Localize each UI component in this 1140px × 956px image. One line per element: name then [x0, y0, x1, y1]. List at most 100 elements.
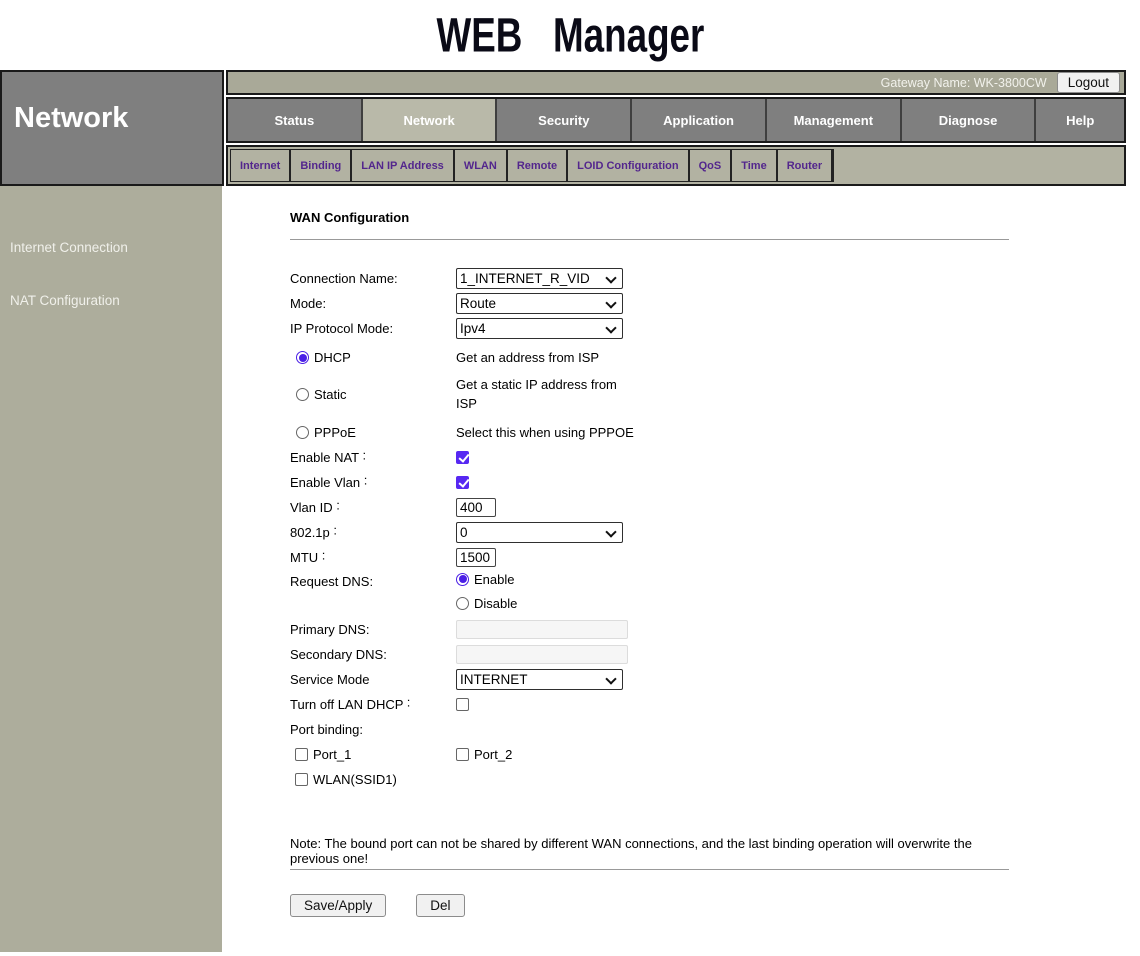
primary-dns-input[interactable]: [456, 620, 628, 639]
port1-checkbox[interactable]: [295, 748, 308, 761]
service-mode-select[interactable]: INTERNET: [456, 669, 623, 690]
dhcp-label[interactable]: DHCP: [314, 350, 351, 365]
mode-select-wrap: Route: [456, 293, 623, 314]
request-dns-disable-label[interactable]: Disable: [474, 596, 517, 611]
tab-status[interactable]: Status: [228, 99, 363, 141]
mtu-input[interactable]: [456, 548, 496, 567]
sidebar-item-nat-configuration[interactable]: NAT Configuration: [0, 287, 222, 314]
pppoe-option: PPPoE: [290, 425, 456, 440]
dhcp-desc: Get an address from ISP: [456, 350, 599, 365]
subtab-qos[interactable]: QoS: [690, 150, 733, 181]
row-port-binding-2: WLAN(SSID1): [290, 769, 1140, 790]
request-dns-enable-radio[interactable]: [456, 573, 469, 586]
gateway-name-label: Gateway Name: WK-3800CW: [881, 76, 1047, 90]
enable-nat-checkbox[interactable]: [456, 451, 469, 464]
pppoe-label[interactable]: PPPoE: [314, 425, 356, 440]
connection-name-select[interactable]: 1_INTERNET_R_VID: [456, 268, 623, 289]
subtab-time[interactable]: Time: [732, 150, 777, 181]
row-ip-protocol: IP Protocol Mode: Ipv4: [290, 318, 1140, 339]
subtab-lan-ip-address[interactable]: LAN IP Address: [352, 150, 455, 181]
main-tab-bar: Status Network Security Application Mana…: [226, 97, 1126, 143]
service-mode-select-wrap: INTERNET: [456, 669, 623, 690]
request-dns-disable-radio[interactable]: [456, 597, 469, 610]
header-right: Gateway Name: WK-3800CW Logout Status Ne…: [226, 70, 1126, 186]
row-port-binding-label: Port binding:: [290, 719, 1140, 740]
row-mtu: MTU ˸: [290, 547, 1140, 568]
port2-option: Port_2: [456, 747, 512, 762]
row-dhcp: DHCP Get an address from ISP: [290, 347, 1140, 368]
static-radio[interactable]: [296, 388, 309, 401]
pppoe-radio[interactable]: [296, 426, 309, 439]
mtu-label: MTU ˸: [290, 550, 456, 565]
port-binding-label: Port binding:: [290, 722, 456, 737]
sidebar-item-internet-connection[interactable]: Internet Connection: [0, 234, 222, 261]
port2-checkbox[interactable]: [456, 748, 469, 761]
dhcp-radio[interactable]: [296, 351, 309, 364]
tab-security[interactable]: Security: [497, 99, 632, 141]
lan-dhcp-checkbox[interactable]: [456, 698, 469, 711]
vlan-id-input[interactable]: [456, 498, 496, 517]
wlan-ssid1-checkbox[interactable]: [295, 773, 308, 786]
request-dns-enable-option: Enable: [456, 572, 517, 587]
wlan-ssid1-option: WLAN(SSID1): [290, 772, 397, 787]
tab-diagnose[interactable]: Diagnose: [902, 99, 1037, 141]
dhcp-option: DHCP: [290, 350, 456, 365]
static-label[interactable]: Static: [314, 387, 347, 402]
page: WEB Manager Network Gateway Name: WK-380…: [0, 0, 1140, 952]
del-button[interactable]: Del: [416, 894, 464, 917]
row-port-binding-1: Port_1 Port_2: [290, 744, 1140, 765]
tab-network[interactable]: Network: [363, 99, 498, 141]
request-dns-enable-label[interactable]: Enable: [474, 572, 514, 587]
subtab-wlan[interactable]: WLAN: [455, 150, 508, 181]
note-text: Note: The bound port can not be shared b…: [290, 836, 990, 869]
request-dns-disable-option: Disable: [456, 596, 517, 611]
row-primary-dns: Primary DNS:: [290, 619, 1140, 640]
wlan-ssid1-label[interactable]: WLAN(SSID1): [313, 772, 397, 787]
8021p-label: 802.1p ˸: [290, 525, 456, 540]
row-lan-dhcp: Turn off LAN DHCP ˸: [290, 694, 1140, 715]
service-mode-label: Service Mode: [290, 672, 456, 687]
pppoe-desc: Select this when using PPPOE: [456, 425, 634, 440]
mode-select[interactable]: Route: [456, 293, 623, 314]
row-enable-vlan: Enable Vlan ˸: [290, 472, 1140, 493]
row-static: Static Get a static IP address from ISP: [290, 376, 1140, 414]
enable-vlan-checkbox[interactable]: [456, 476, 469, 489]
static-desc: Get a static IP address from ISP: [456, 376, 631, 414]
tab-management[interactable]: Management: [767, 99, 902, 141]
divider-bottom: [290, 869, 1009, 870]
8021p-select-wrap: 0: [456, 522, 623, 543]
row-enable-nat: Enable NAT ˸: [290, 447, 1140, 468]
port1-label[interactable]: Port_1: [313, 747, 351, 762]
subtab-binding[interactable]: Binding: [291, 150, 352, 181]
subtab-internet[interactable]: Internet: [231, 150, 291, 181]
row-service-mode: Service Mode INTERNET: [290, 669, 1140, 690]
tab-help[interactable]: Help: [1036, 99, 1124, 141]
row-connection-name: Connection Name: 1_INTERNET_R_VID: [290, 268, 1140, 289]
sidebar: Internet Connection NAT Configuration: [0, 186, 222, 952]
tab-application[interactable]: Application: [632, 99, 767, 141]
main-content: WAN Configuration Connection Name: 1_INT…: [222, 186, 1140, 952]
subtab-loid-configuration[interactable]: LOID Configuration: [568, 150, 689, 181]
secondary-dns-label: Secondary DNS:: [290, 647, 456, 662]
subtab-remote[interactable]: Remote: [508, 150, 568, 181]
logout-button[interactable]: Logout: [1057, 72, 1120, 93]
wan-form: Connection Name: 1_INTERNET_R_VID Mode: …: [290, 268, 1140, 917]
secondary-dns-input[interactable]: [456, 645, 628, 664]
8021p-select[interactable]: 0: [456, 522, 623, 543]
connection-name-select-wrap: 1_INTERNET_R_VID: [456, 268, 623, 289]
subtab-router[interactable]: Router: [778, 150, 833, 181]
mode-label: Mode:: [290, 296, 456, 311]
enable-nat-label: Enable NAT ˸: [290, 450, 456, 465]
lan-dhcp-label: Turn off LAN DHCP ˸: [290, 697, 456, 712]
sub-tab-bar: Internet Binding LAN IP Address WLAN Rem…: [226, 145, 1126, 186]
vlan-id-label: Vlan ID ˸: [290, 500, 456, 515]
port1-option: Port_1: [290, 747, 456, 762]
row-mode: Mode: Route: [290, 293, 1140, 314]
port2-label[interactable]: Port_2: [474, 747, 512, 762]
section-title: Network: [0, 70, 224, 186]
save-apply-button[interactable]: Save/Apply: [290, 894, 386, 917]
page-title: WEB Manager: [436, 7, 704, 63]
ip-protocol-select-wrap: Ipv4: [456, 318, 623, 339]
ip-protocol-select[interactable]: Ipv4: [456, 318, 623, 339]
header: Network Gateway Name: WK-3800CW Logout S…: [0, 70, 1140, 186]
